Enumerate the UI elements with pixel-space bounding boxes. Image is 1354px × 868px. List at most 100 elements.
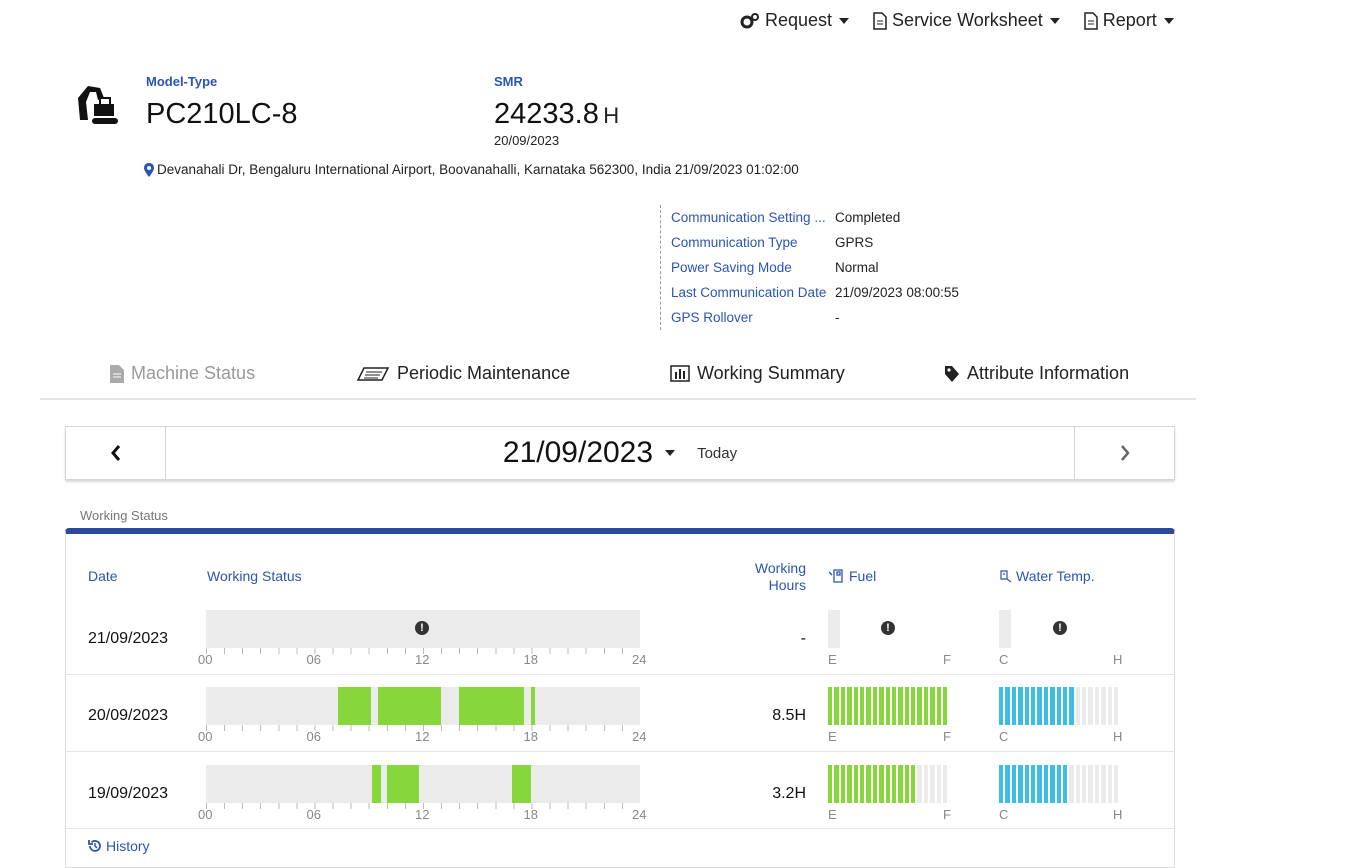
gauge-cell [923,687,929,725]
gauge-cell [1043,765,1049,803]
date-picker[interactable]: 21/09/2023 [502,436,676,470]
working-segment [386,765,420,803]
next-day-button[interactable] [1074,427,1174,479]
gauge-cell [1005,765,1010,803]
fuel-gauge [828,765,948,803]
gauge-cell [917,765,922,803]
gauge-cell [1011,687,1017,725]
chevron-down-icon [1163,17,1174,24]
working-segment [511,765,531,803]
gauge-cell [872,765,878,803]
tab-working-summary[interactable]: Working Summary [670,363,845,384]
temp-hot-label: H [1113,729,1123,744]
smr-unit: H [603,103,620,128]
working-segment [372,765,382,803]
gauge-cell [1107,765,1113,803]
warning-icon[interactable]: ! [1053,621,1067,635]
gauge-cell [853,765,858,803]
time-axis-label: 12 [415,729,430,744]
tab-periodic-maintenance[interactable]: Periodic Maintenance [356,363,570,384]
tab-label: Machine Status [131,363,256,383]
time-axis-label: 12 [415,652,430,667]
model-type-value: PC210LC-8 [146,98,298,130]
history-label: History [106,838,150,854]
main-tabs: Machine Status Periodic Maintenance Work… [40,360,1196,400]
working-segment [338,687,371,725]
time-axis-label: 24 [632,807,647,822]
gauge-cell [904,687,910,725]
gauge-cell [923,765,929,803]
tab-label: Working Summary [697,363,845,383]
water-temp-gauge [999,765,1119,803]
today-button[interactable]: Today [697,445,737,462]
communication-info: Communication Setting ... Completed Commu… [660,205,959,330]
book-icon [356,366,390,381]
smr-label: SMR [494,74,523,89]
fuel-gauge [828,610,840,648]
gauge-cell [1088,687,1093,725]
gauge-cell [1082,765,1087,803]
gauge-cell [840,687,846,725]
date-center: 21/09/2023 Today [166,427,1074,479]
selected-date: 21/09/2023 [502,436,654,469]
warning-icon[interactable]: ! [881,621,895,635]
fuel-full-label: F [943,652,951,667]
info-row: GPS Rollover - [671,305,959,330]
smr-date: 20/09/2023 [494,133,560,148]
temp-hot-label: H [1113,807,1123,822]
time-axis-label: 06 [306,652,321,667]
gauge-cell [1050,687,1055,725]
gauge-cell [930,765,935,803]
gauge-cell [936,687,942,725]
history-link[interactable]: History [88,838,150,854]
previous-day-button[interactable] [66,427,166,479]
request-menu[interactable]: Request [740,10,850,31]
gauge-cell [943,765,948,803]
service-worksheet-menu[interactable]: Service Worksheet [873,10,1060,31]
gauge-cell [1088,765,1093,803]
gauge-cell [1101,687,1106,725]
info-key: Communication Setting ... [671,210,826,225]
gauge-cell [930,687,935,725]
gauge-cell [866,687,871,725]
fuel-full-label: F [943,807,951,822]
fuel-empty-label: E [828,807,837,822]
tab-label: Attribute Information [967,363,1130,383]
gauge-cell [1030,687,1036,725]
gauge-cell [1114,687,1119,725]
tab-machine-status[interactable]: Machine Status [110,363,255,384]
info-value: 21/09/2023 08:00:55 [835,285,959,300]
gauge-cell [999,610,1011,648]
gauge-cell [1018,687,1023,725]
smr-display: 24233.8 H [494,98,619,131]
gauge-cell [859,687,865,725]
warning-icon[interactable]: ! [415,621,429,635]
gauge-cell [1062,765,1068,803]
info-row: Communication Setting ... Completed [671,205,959,230]
header-fuel: Fuel [828,568,876,584]
time-axis-label: 24 [632,652,647,667]
working-status-tab[interactable]: Working Status [72,508,178,530]
tab-attribute-information[interactable]: Attribute Information [944,363,1129,384]
info-key: Last Communication Date [671,285,827,300]
info-value: Completed [835,210,901,225]
gauge-cell [898,765,903,803]
working-hours: - [800,630,806,647]
gauge-cell [999,765,1004,803]
report-menu[interactable]: Report [1084,10,1174,31]
gauge-cell [904,765,910,803]
gauge-cell [834,687,839,725]
top-menu: Request Service Worksheet Report [740,10,1174,31]
chevron-down-icon [839,17,850,24]
temp-cold-label: C [999,807,1009,822]
location-text: Devanahali Dr, Bengaluru International A… [157,162,799,177]
time-axis-label: 18 [523,729,538,744]
gauge-cell [885,687,890,725]
temp-hot-label: H [1113,652,1123,667]
info-key: Power Saving Mode [671,260,792,275]
time-axis-label: 00 [198,807,213,822]
info-key: Communication Type [671,235,798,250]
header-working-status: Working Status [207,568,302,584]
gauge-cell [1107,687,1113,725]
gauge-cell [1094,765,1100,803]
